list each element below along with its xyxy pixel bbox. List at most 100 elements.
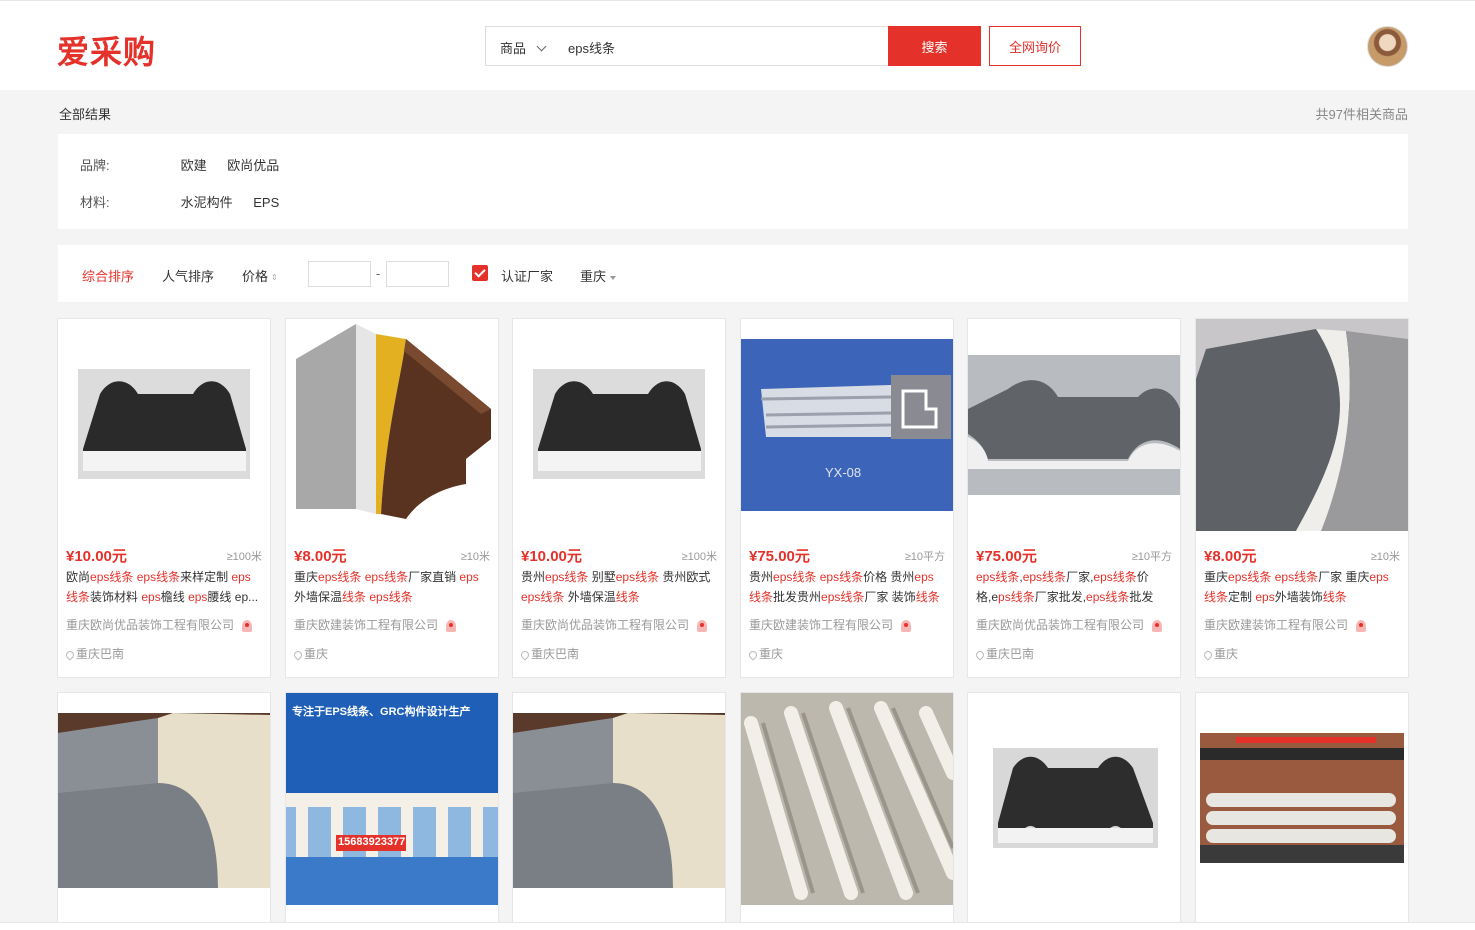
location-text: 重庆 bbox=[304, 647, 329, 661]
product-location: 重庆巴南 bbox=[974, 645, 1034, 662]
product-title[interactable]: 欧尚eps线条 eps线条来样定制 eps 线条装饰材料 eps檐线 eps腰线… bbox=[66, 567, 262, 607]
title-segment: 厂家直销 bbox=[408, 570, 460, 584]
price-min-input[interactable] bbox=[308, 261, 371, 287]
product-title[interactable]: 重庆eps线条 eps线条厂家直销 eps 外墙保温线条 eps线条 bbox=[294, 567, 490, 607]
title-segment: 线条 bbox=[1204, 590, 1229, 604]
product-card[interactable] bbox=[967, 692, 1181, 930]
chevron-down-icon bbox=[536, 41, 547, 52]
product-price: ¥75.00元 bbox=[976, 548, 1037, 565]
breadcrumb: 全部结果 bbox=[59, 107, 112, 122]
search-type-select[interactable]: 商品 bbox=[500, 38, 547, 57]
brand-option[interactable]: 欧尚优品 bbox=[227, 155, 279, 174]
promo-phone: 15683923377 bbox=[338, 836, 406, 848]
title-segment: eps线条 bbox=[521, 590, 565, 604]
material-option[interactable]: EPS bbox=[253, 195, 279, 210]
price-range-dash: - bbox=[376, 266, 381, 281]
product-card[interactable]: ¥8.00元 ≥10米 重庆eps线条 eps线条厂家 重庆eps 线条定制 eps… bbox=[1195, 318, 1409, 678]
brand-option[interactable]: 欧建 bbox=[181, 155, 207, 174]
certified-label[interactable]: 认证厂家 bbox=[501, 266, 553, 285]
product-card[interactable]: ¥10.00元 ≥100米 贵州eps线条 别墅eps线条 贵州欧式 eps线条 外… bbox=[512, 318, 726, 678]
company-name[interactable]: 重庆欧尚优品装饰工程有限公司 bbox=[66, 616, 253, 633]
company-name-text: 重庆欧建装饰工程有限公司 bbox=[294, 618, 439, 632]
product-image: 专注于EPS线条、GRC构件设计生产 15683923377 bbox=[286, 693, 498, 905]
product-title[interactable]: 贵州eps线条 别墅eps线条 贵州欧式 eps线条 外墙保温线条 bbox=[521, 567, 717, 607]
title-segment: 批发贵州 bbox=[773, 590, 822, 604]
title-segment: 别墅 bbox=[588, 570, 616, 584]
title-segment: 贵州 bbox=[521, 570, 546, 584]
product-price: ¥10.00元 bbox=[521, 548, 582, 565]
company-name-text: 重庆欧建装饰工程有限公司 bbox=[1204, 618, 1349, 632]
company-name[interactable]: 重庆欧建装饰工程有限公司 bbox=[1204, 616, 1367, 633]
product-card[interactable]: ¥75.00元 ≥10平方 eps线条,eps线条厂家,eps线条价格,eps线条厂… bbox=[967, 318, 1181, 678]
search-input[interactable] bbox=[568, 35, 868, 59]
certified-badge-icon bbox=[901, 619, 912, 632]
title-segment: 外墙装饰 bbox=[1274, 590, 1323, 604]
avatar[interactable] bbox=[1367, 26, 1408, 67]
product-card[interactable] bbox=[57, 692, 271, 930]
product-image bbox=[58, 319, 270, 531]
certified-checkbox[interactable] bbox=[472, 265, 488, 281]
product-card[interactable]: ¥10.00元 ≥100米 欧尚eps线条 eps线条来样定制 eps 线条装饰材料… bbox=[57, 318, 271, 678]
title-segment: 定制 bbox=[1228, 590, 1256, 604]
inquiry-button[interactable]: 全网询价 bbox=[989, 26, 1081, 66]
company-name-text: 重庆欧建装饰工程有限公司 bbox=[749, 618, 894, 632]
sort-bar: 综合排序 人气排序 价格 ⇕ - 认证厂家 重庆 bbox=[58, 245, 1408, 302]
title-segment: 线条 bbox=[342, 590, 367, 604]
product-title[interactable]: 重庆eps线条 eps线条厂家 重庆eps 线条定制 eps外墙装饰线条 bbox=[1204, 567, 1400, 607]
title-segment: 来样定制 bbox=[180, 570, 232, 584]
product-price: ¥8.00元 bbox=[294, 548, 347, 565]
product-image-caption: YX-08 bbox=[825, 465, 862, 480]
search-type-label: 商品 bbox=[500, 41, 527, 56]
site-logo[interactable]: 爱采购 bbox=[57, 27, 156, 73]
top-header: 爱采购 商品 搜索 全网询价 bbox=[0, 0, 1475, 90]
product-card[interactable] bbox=[1195, 692, 1409, 930]
product-card[interactable] bbox=[512, 692, 726, 930]
company-name[interactable]: 重庆欧建装饰工程有限公司 bbox=[749, 616, 912, 633]
material-option[interactable]: 水泥构件 bbox=[181, 192, 233, 211]
title-segment: 重庆 bbox=[1204, 570, 1229, 584]
price-max-input[interactable] bbox=[386, 261, 449, 287]
title-segment: eps线条 bbox=[1093, 570, 1137, 584]
product-card[interactable]: ¥8.00元 ≥10米 重庆eps线条 eps线条厂家直销 eps 外墙保温线条 e… bbox=[285, 318, 499, 678]
product-card[interactable] bbox=[740, 692, 954, 930]
title-segment: eps bbox=[914, 570, 934, 584]
material-label: 材料: bbox=[80, 195, 110, 210]
title-segment: 厂家批发, bbox=[1034, 590, 1087, 604]
city-select[interactable]: 重庆 bbox=[580, 266, 617, 285]
title-segment: eps bbox=[141, 590, 161, 604]
sort-popularity[interactable]: 人气排序 bbox=[162, 266, 214, 285]
product-card[interactable]: 专注于EPS线条、GRC构件设计生产 15683923377 bbox=[285, 692, 499, 930]
title-segment: eps线条 bbox=[1022, 570, 1067, 584]
title-segment: eps线条 bbox=[773, 570, 817, 584]
location-text: 重庆巴南 bbox=[76, 647, 125, 661]
location-text: 重庆巴南 bbox=[531, 647, 580, 661]
min-order-unit: ≥10米 bbox=[1370, 551, 1400, 563]
result-count: 共97件相关商品 bbox=[1315, 107, 1408, 122]
product-image bbox=[513, 693, 725, 905]
search-button[interactable]: 搜索 bbox=[888, 26, 981, 66]
company-name[interactable]: 重庆欧尚优品装饰工程有限公司 bbox=[521, 616, 708, 633]
brand-filter-row: 品牌: 欧建 欧尚优品 bbox=[80, 155, 296, 175]
title-segment: 外墙保温 bbox=[564, 590, 616, 604]
product-title[interactable]: 贵州eps线条 eps线条价格 贵州eps 线条批发贵州eps线条厂家 装饰线条 bbox=[749, 567, 945, 607]
caret-down-icon bbox=[610, 275, 617, 280]
location-pin-icon bbox=[1202, 649, 1214, 661]
city-label: 重庆 bbox=[580, 269, 607, 284]
min-order-unit: ≥100米 bbox=[226, 551, 262, 563]
title-segment: 装饰材料 bbox=[90, 590, 142, 604]
product-image bbox=[58, 693, 270, 905]
company-name[interactable]: 重庆欧尚优品装饰工程有限公司 bbox=[976, 616, 1163, 633]
company-name[interactable]: 重庆欧建装饰工程有限公司 bbox=[294, 616, 457, 633]
product-title[interactable]: eps线条,eps线条厂家,eps线条价格,eps线条厂家批发,eps线条批发 bbox=[976, 567, 1172, 607]
location-pin-icon bbox=[747, 649, 759, 661]
sort-comprehensive[interactable]: 综合排序 bbox=[82, 266, 134, 285]
title-segment: eps线条 bbox=[136, 570, 181, 584]
sort-price[interactable]: 价格 ⇕ bbox=[242, 266, 278, 285]
filter-panel: 品牌: 欧建 欧尚优品 材料: 水泥构件 EPS bbox=[58, 134, 1408, 229]
product-image bbox=[1196, 693, 1408, 905]
title-segment: 檐线 bbox=[160, 590, 189, 604]
title-segment: ep... bbox=[234, 590, 259, 604]
product-card[interactable]: YX-08 ¥75.00元 ≥10平方 贵州eps线条 eps线条价格 贵州eps 线… bbox=[740, 318, 954, 678]
title-segment: eps线条 bbox=[369, 590, 413, 604]
product-image bbox=[741, 693, 953, 905]
